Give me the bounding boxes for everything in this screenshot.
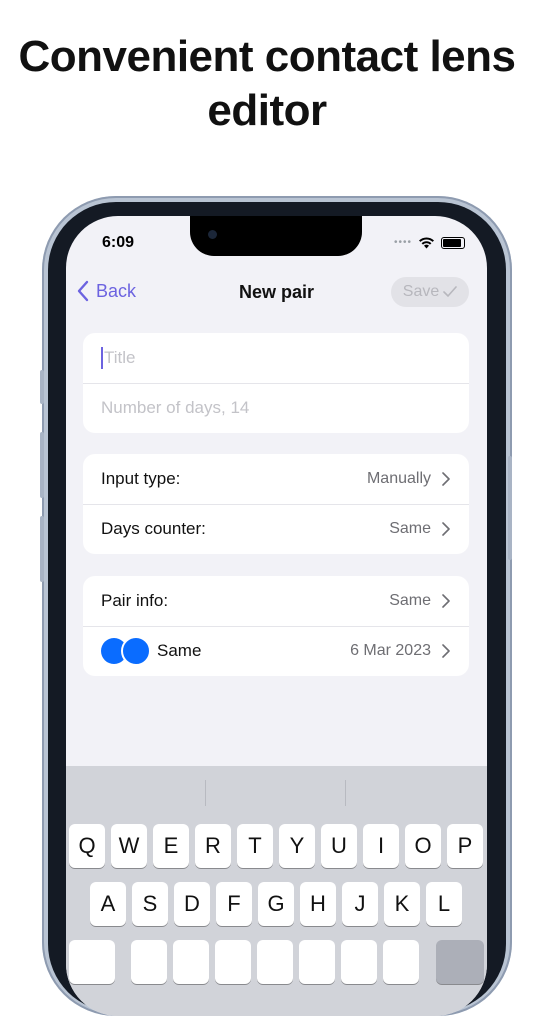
key-k[interactable]: K	[384, 882, 420, 926]
keyboard: QWERTYUIOP ASDFGHJKL	[66, 766, 487, 1016]
input-type-label: Input type:	[101, 469, 181, 488]
headline: Convenient contact lens editor	[18, 32, 516, 135]
key-i[interactable]: I	[363, 824, 399, 868]
key-g[interactable]: G	[258, 882, 294, 926]
status-time: 6:09	[102, 234, 135, 251]
key-d[interactable]: D	[174, 882, 210, 926]
key-s[interactable]: S	[132, 882, 168, 926]
checkmark-icon	[443, 286, 458, 298]
pair-info-value: Same	[389, 592, 431, 609]
suggestion-divider	[345, 780, 346, 806]
pair-info-label: Pair info:	[101, 591, 169, 610]
right-lens-icon	[121, 636, 151, 666]
pair-lens-row[interactable]: Same 6 Mar 2023	[83, 626, 469, 676]
pair-date: 6 Mar 2023	[350, 642, 431, 659]
key-p[interactable]: P	[447, 824, 483, 868]
days-counter-value: Same	[389, 520, 431, 537]
key-j[interactable]: J	[342, 882, 378, 926]
input-type-row[interactable]: Input type: Manually	[83, 454, 469, 504]
name-card: Title Number of days, 14	[83, 333, 469, 433]
save-label: Save	[402, 283, 440, 300]
key-f[interactable]: F	[216, 882, 252, 926]
silent-switch	[40, 370, 44, 404]
key-c[interactable]	[215, 940, 251, 984]
wifi-icon	[419, 237, 434, 249]
power-button	[508, 456, 512, 560]
chevron-right-icon	[442, 472, 450, 486]
key-m[interactable]	[383, 940, 419, 984]
suggestion-divider	[205, 780, 206, 806]
volume-down-button	[40, 516, 44, 582]
title-field[interactable]: Title	[83, 333, 469, 383]
settings-card: Input type: Manually Days counter: Same	[83, 454, 469, 554]
days-counter-row[interactable]: Days counter: Same	[83, 504, 469, 554]
lens-pair-icon	[101, 636, 151, 666]
pair-card: Pair info: Same Same 6 Mar 2023	[83, 576, 469, 676]
volume-up-button	[40, 432, 44, 498]
key-r[interactable]: R	[195, 824, 231, 868]
text-cursor	[101, 347, 103, 369]
app-screen: 6:09 •••• Back New pair Save Title Numbe…	[66, 216, 487, 1016]
signal-icon: ••••	[393, 237, 412, 248]
battery-icon	[441, 236, 465, 249]
key-n[interactable]	[341, 940, 377, 984]
keyboard-suggestion-bar	[66, 766, 487, 816]
key-z[interactable]	[131, 940, 167, 984]
key-b[interactable]	[299, 940, 335, 984]
key-x[interactable]	[173, 940, 209, 984]
title-placeholder: Title	[104, 348, 136, 367]
key-u[interactable]: U	[321, 824, 357, 868]
save-button[interactable]: Save	[391, 277, 469, 307]
pair-info-row[interactable]: Pair info: Same	[83, 576, 469, 626]
days-field[interactable]: Number of days, 14	[83, 383, 469, 433]
key-o[interactable]: O	[405, 824, 441, 868]
key-h[interactable]: H	[300, 882, 336, 926]
chevron-right-icon	[442, 644, 450, 658]
key-t[interactable]: T	[237, 824, 273, 868]
days-placeholder: Number of days, 14	[101, 398, 250, 417]
pair-name: Same	[157, 641, 202, 660]
chevron-right-icon	[442, 594, 450, 608]
status-icons: ••••	[394, 236, 465, 249]
input-type-value: Manually	[366, 470, 431, 487]
front-camera	[208, 230, 217, 239]
key-q[interactable]: Q	[69, 824, 105, 868]
key-w[interactable]: W	[111, 824, 147, 868]
key-v[interactable]	[257, 940, 293, 984]
chevron-right-icon	[442, 522, 450, 536]
key-e[interactable]: E	[153, 824, 189, 868]
shift-key[interactable]	[69, 940, 115, 984]
key-a[interactable]: A	[90, 882, 126, 926]
days-counter-label: Days counter:	[101, 519, 206, 538]
key-l[interactable]: L	[426, 882, 462, 926]
delete-key[interactable]	[436, 940, 484, 984]
key-y[interactable]: Y	[279, 824, 315, 868]
